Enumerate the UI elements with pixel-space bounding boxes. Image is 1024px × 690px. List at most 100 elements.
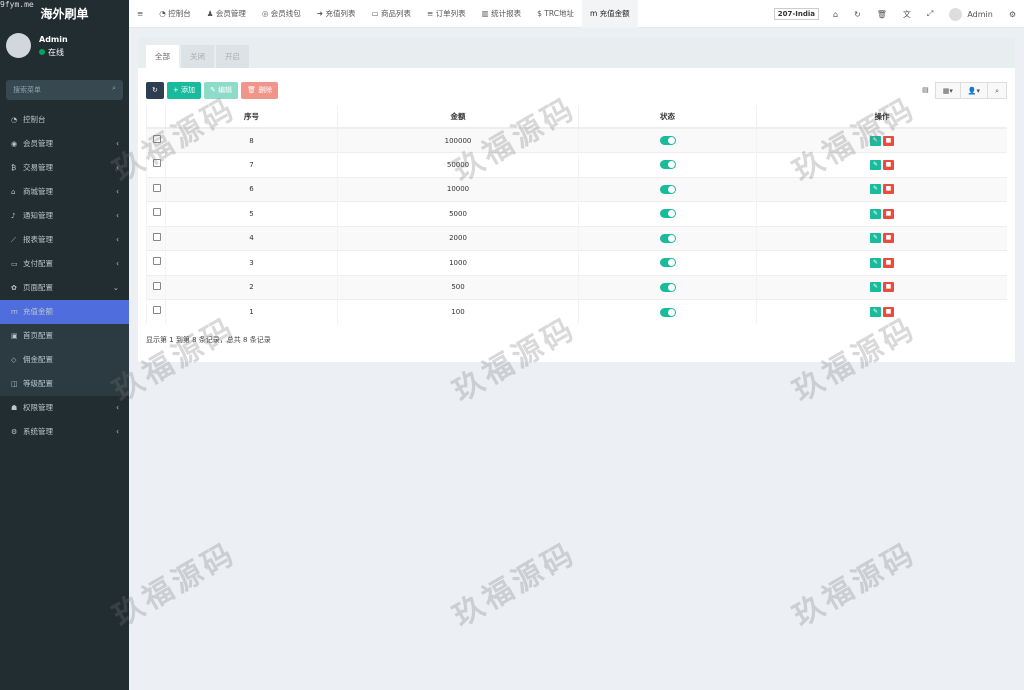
chevron-icon: ‹	[116, 403, 119, 412]
sidebar-item-label: 权限管理	[23, 403, 53, 412]
edit-button[interactable]: ✎ 编辑	[203, 82, 239, 99]
sidebar-item[interactable]: ▭ 支付配置 ‹	[0, 252, 129, 276]
row-checkbox[interactable]	[153, 232, 161, 241]
table-row: 8 100000 ✎ ■	[146, 127, 1007, 153]
add-button[interactable]: + 添加	[166, 82, 201, 99]
delete-icon[interactable]: ■	[883, 307, 894, 317]
sidebar-item[interactable]: ◫ 等级配置	[0, 372, 129, 396]
sidebar-item[interactable]: ◉ 会员管理 ‹	[0, 132, 129, 156]
nav-tab[interactable]: ▥ 统计报表	[474, 0, 529, 28]
edit-icon[interactable]: ✎	[870, 257, 881, 268]
sidebar-item[interactable]: ⌂ 商城管理 ‹	[0, 180, 129, 204]
tab-closed[interactable]: 关闭	[181, 45, 214, 68]
nav-tab[interactable]: ◎ 会员线包	[254, 0, 309, 28]
nav-tab[interactable]: ◔ 控制台	[151, 0, 198, 28]
edit-icon[interactable]: ✎	[870, 282, 881, 293]
region-badge[interactable]: 207-India	[773, 8, 819, 20]
nav-tab-icon: ➜	[316, 8, 324, 18]
edit-icon[interactable]: ✎	[870, 184, 881, 195]
status-toggle[interactable]	[659, 209, 676, 219]
edit-icon[interactable]: ✎	[870, 135, 881, 146]
delete-icon[interactable]: ■	[883, 184, 894, 195]
settings-icon[interactable]: ⚙	[1001, 10, 1024, 19]
sidebar-item[interactable]: ♪ 通知管理 ‹	[0, 204, 129, 228]
credit-card-icon: ▭	[11, 260, 18, 268]
sidebar-item[interactable]: ▣ 首页配置	[0, 324, 129, 348]
status-toggle[interactable]	[659, 233, 676, 243]
sidebar-item[interactable]: ◔ 控制台	[0, 108, 129, 132]
row-checkbox-cell	[146, 176, 166, 202]
nav-tab[interactable]: ➜ 充值列表	[309, 0, 364, 28]
nav-tab[interactable]: ≡ 订单列表	[419, 0, 474, 28]
fullscreen-icon[interactable]: ⤢	[919, 9, 941, 19]
user-filter-button[interactable]: 👤▾	[959, 82, 989, 99]
search-icon[interactable]: ⌕	[112, 84, 116, 93]
refresh-icon[interactable]: ↻	[846, 10, 869, 19]
delete-icon[interactable]: ■	[883, 135, 894, 146]
row-checkbox[interactable]	[153, 257, 161, 265]
sidebar-item[interactable]: m 充值金额	[0, 300, 129, 324]
sidebar-item[interactable]: ⚙ 系统管理 ‹	[0, 420, 129, 444]
delete-icon[interactable]: ■	[883, 233, 894, 244]
row-actions: ✎ ■	[756, 201, 1007, 226]
status-toggle[interactable]	[659, 282, 676, 292]
home-icon[interactable]: ⌂	[825, 10, 846, 19]
nav-tab[interactable]: ▭ 商品列表	[363, 0, 418, 28]
row-checkbox-cell	[146, 201, 166, 226]
edit-icon[interactable]: ✎	[870, 159, 881, 170]
delete-icon[interactable]: ■	[883, 208, 894, 219]
status-toggle[interactable]	[659, 160, 676, 170]
sidebar-item-label: 页面配置	[23, 283, 53, 292]
columns-button[interactable]: ▦▾	[934, 82, 961, 99]
edit-icon[interactable]: ✎	[870, 208, 881, 219]
top-navbar: ≡ ◔ 控制台 ♟ 会员管理 ◎ 会员线包 ➜ 充值列表 ▭ 商品列表 ≡ 订单列表 ▥ 统…	[129, 0, 1024, 28]
status-toggle[interactable]	[659, 258, 676, 268]
sidebar-search-input[interactable]: 搜索菜单 ⌕	[6, 80, 123, 100]
trash-icon[interactable]: 🗑	[869, 10, 895, 19]
sidebar-item[interactable]: ◇ 佣金配置	[0, 348, 129, 372]
row-checkbox[interactable]	[153, 159, 161, 167]
refresh-button[interactable]: ↻	[146, 82, 164, 99]
nav-tab[interactable]: $ TRC地址	[529, 0, 582, 28]
status-toggle[interactable]	[659, 184, 676, 194]
language-icon[interactable]: 文	[895, 9, 919, 20]
table-row: 7 50000 ✎ ■	[146, 152, 1007, 177]
export-icon[interactable]: ▤	[915, 82, 936, 99]
status-text: 在线	[48, 48, 64, 57]
row-id: 5	[165, 201, 338, 226]
sidebar-item[interactable]: ☗ 权限管理 ‹	[0, 396, 129, 420]
menu-toggle-icon[interactable]: ≡	[129, 0, 151, 28]
delete-icon[interactable]: ■	[883, 282, 894, 293]
status-toggle[interactable]	[659, 136, 676, 145]
row-checkbox[interactable]	[153, 281, 161, 290]
delete-icon[interactable]: ■	[883, 159, 894, 170]
row-status	[578, 127, 757, 153]
row-status	[578, 299, 757, 324]
sidebar-item[interactable]: ⟋ 报表管理 ‹	[0, 228, 129, 252]
row-actions: ✎ ■	[756, 127, 1007, 153]
row-checkbox[interactable]	[153, 208, 161, 216]
sidebar-item[interactable]: ✿ 页面配置 ⌄	[0, 276, 129, 300]
user-status: 在线	[39, 47, 64, 58]
row-checkbox-cell	[146, 152, 166, 177]
sidebar-item[interactable]: ₿ 交易管理 ‹	[0, 156, 129, 180]
nav-tab[interactable]: m 充值金额	[581, 0, 638, 28]
row-checkbox[interactable]	[153, 183, 161, 192]
tab-all[interactable]: 全部	[146, 45, 179, 68]
site-label: 9fym.me	[0, 0, 34, 9]
col-amount[interactable]: 金额	[337, 106, 579, 129]
nav-tab[interactable]: ♟ 会员管理	[199, 0, 254, 28]
row-checkbox[interactable]	[153, 135, 161, 143]
select-all-header[interactable]	[146, 106, 166, 129]
row-checkbox[interactable]	[153, 306, 161, 314]
edit-icon[interactable]: ✎	[870, 307, 881, 317]
col-status[interactable]: 状态	[578, 106, 757, 129]
edit-icon[interactable]: ✎	[870, 233, 881, 244]
delete-button[interactable]: 🗑 删除	[241, 82, 279, 99]
delete-icon[interactable]: ■	[883, 257, 894, 268]
tab-open[interactable]: 开启	[216, 45, 249, 68]
search-button[interactable]: ⌕	[987, 82, 1007, 99]
status-toggle[interactable]	[659, 307, 676, 317]
col-id[interactable]: 序号	[165, 106, 338, 129]
admin-menu[interactable]: Admin	[941, 7, 1001, 21]
